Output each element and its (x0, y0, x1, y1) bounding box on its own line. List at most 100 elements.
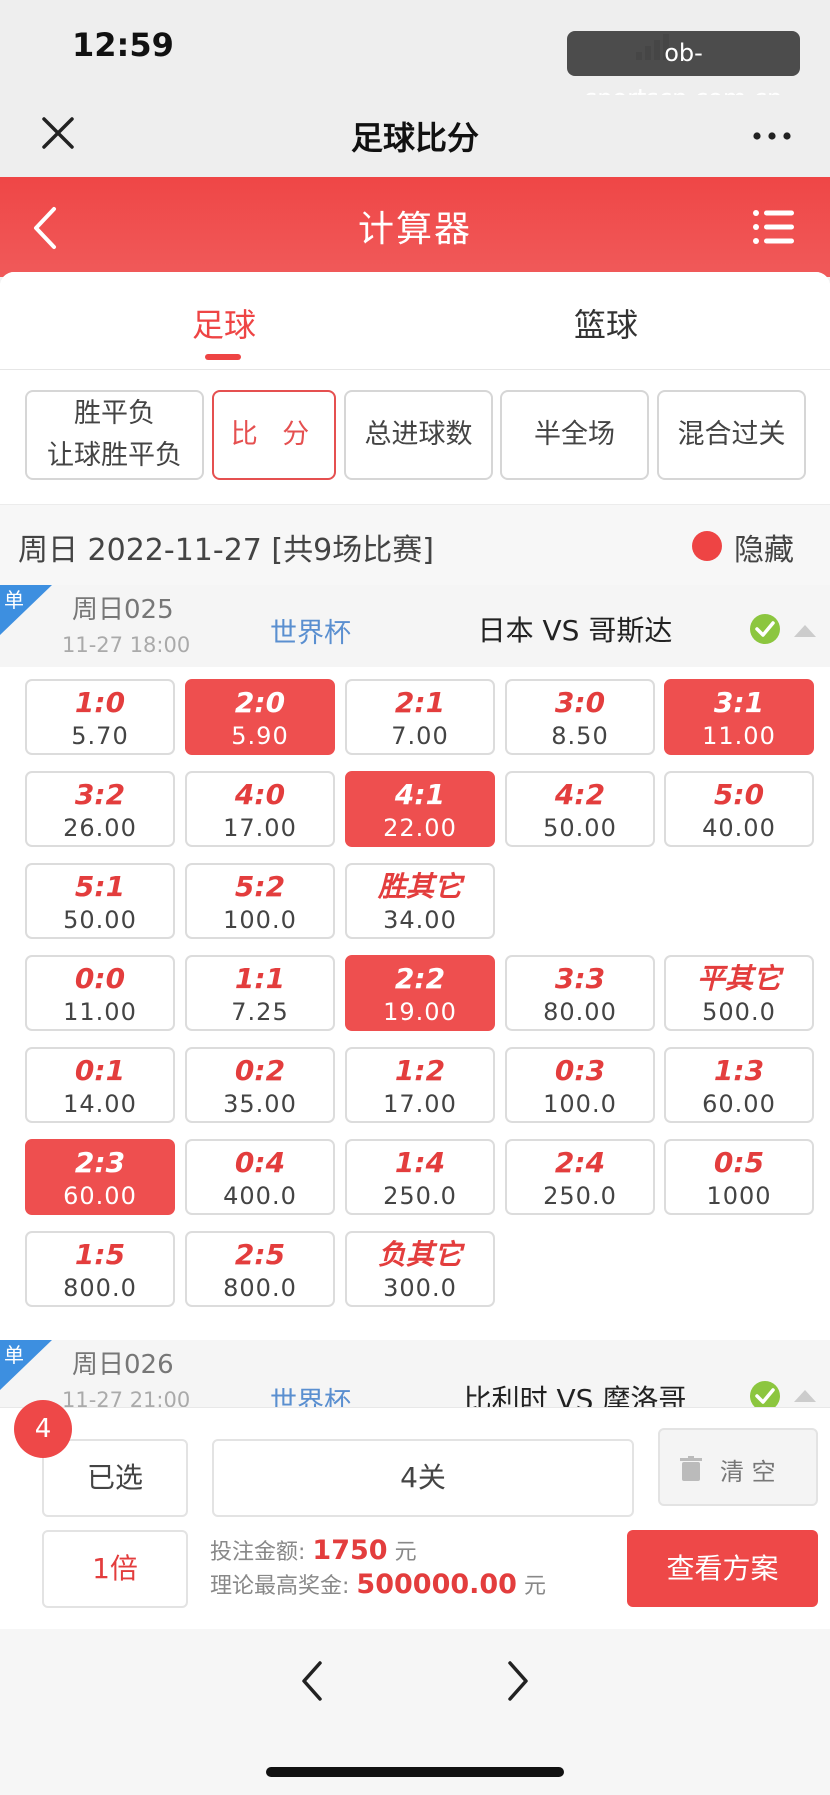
bet-type-win-draw-loss[interactable]: 胜平负 让球胜平负 (25, 390, 204, 480)
check-icon (750, 614, 780, 644)
score-option-cell[interactable]: 2:4 250.0 (505, 1139, 655, 1215)
hide-toggle-dot[interactable] (692, 531, 722, 561)
score-option-cell[interactable]: 0:4 400.0 (185, 1139, 335, 1215)
score-label: 0:1 (74, 1054, 126, 1087)
score-label: 3:1 (713, 686, 765, 719)
score-label: 0:4 (234, 1146, 286, 1179)
odds-value: 7.25 (231, 998, 289, 1026)
odds-value: 250.0 (383, 1182, 457, 1210)
score-label: 1:1 (234, 962, 286, 995)
score-option-cell[interactable]: 2:2 19.00 (345, 955, 495, 1031)
score-option-cell[interactable]: 平其它 500.0 (664, 955, 814, 1031)
odds-value: 800.0 (63, 1274, 137, 1302)
score-option-cell[interactable]: 3:3 80.00 (505, 955, 655, 1031)
status-time: 12:59 (72, 26, 174, 64)
single-corner-icon: 单 (0, 585, 52, 635)
score-option-cell[interactable]: 3:1 11.00 (664, 679, 814, 755)
score-label: 4:0 (234, 778, 286, 811)
score-label: 3:3 (554, 962, 606, 995)
bet-type-half-full[interactable]: 半全场 (500, 390, 649, 480)
odds-value: 100.0 (223, 906, 297, 934)
score-option-cell[interactable]: 0:3 100.0 (505, 1047, 655, 1123)
score-option-cell[interactable]: 胜其它 34.00 (345, 863, 495, 939)
score-option-cell[interactable]: 1:0 5.70 (25, 679, 175, 755)
score-label: 胜其它 (377, 870, 462, 903)
match-league: 世界杯 (270, 1387, 351, 1407)
odds-value: 17.00 (223, 814, 297, 842)
max-prize-unit: 元 (523, 1574, 546, 1599)
odds-value: 11.00 (63, 998, 137, 1026)
score-option-cell[interactable]: 4:0 17.00 (185, 771, 335, 847)
sport-tabs: 足球 篮球 (0, 272, 830, 370)
score-label: 5:1 (74, 870, 126, 903)
svg-text:单: 单 (4, 1343, 24, 1367)
multiplier-input[interactable]: 1倍 (42, 1530, 188, 1608)
score-option-cell[interactable]: 2:1 7.00 (345, 679, 495, 755)
tab-underline (205, 354, 241, 360)
status-bar: 12:59 ob-sportscn.com.cn (0, 0, 830, 112)
collapse-caret-icon[interactable] (794, 625, 816, 637)
score-option-cell[interactable]: 4:1 22.00 (345, 771, 495, 847)
pass-type-select[interactable]: 4关 (212, 1439, 634, 1517)
page-title: 足球比分 (350, 119, 479, 157)
hide-label[interactable]: 隐藏 (734, 525, 794, 569)
score-option-cell[interactable]: 2:5 800.0 (185, 1231, 335, 1307)
view-plan-button[interactable]: 查看方案 (627, 1530, 818, 1607)
score-label: 4:1 (394, 778, 446, 811)
bet-type-score[interactable]: 比 分 (212, 390, 336, 480)
odds-value: 300.0 (383, 1274, 457, 1302)
bet-amount-label: 投注金额: (210, 1540, 306, 1565)
odds-value: 34.00 (383, 906, 457, 934)
match-code: 周日025 (72, 595, 174, 625)
score-label: 1:4 (394, 1146, 446, 1179)
score-option-cell[interactable]: 4:2 50.00 (505, 771, 655, 847)
calculator-header: 计算器 (0, 177, 830, 277)
score-option-cell[interactable]: 3:2 26.00 (25, 771, 175, 847)
match-league: 世界杯 (270, 618, 351, 649)
score-label: 3:0 (554, 686, 606, 719)
clear-button[interactable]: 清 空 (658, 1428, 818, 1506)
score-label: 3:2 (74, 778, 126, 811)
score-option-cell[interactable]: 5:0 40.00 (664, 771, 814, 847)
more-icon[interactable] (752, 131, 792, 141)
tab-football[interactable]: 足球 (144, 300, 304, 346)
score-option-cell[interactable]: 1:3 60.00 (664, 1047, 814, 1123)
match-teams: 日本 VS 哥斯达 (477, 614, 673, 647)
score-option-cell[interactable]: 5:2 100.0 (185, 863, 335, 939)
score-option-cell[interactable]: 1:4 250.0 (345, 1139, 495, 1215)
bet-type-mixed[interactable]: 混合过关 (657, 390, 806, 480)
list-menu-icon[interactable] (752, 207, 794, 247)
bet-type-total-goals[interactable]: 总进球数 (344, 390, 493, 480)
score-option-cell[interactable]: 1:2 17.00 (345, 1047, 495, 1123)
score-option-cell[interactable]: 0:5 1000 (664, 1139, 814, 1215)
score-option-cell[interactable]: 1:1 7.25 (185, 955, 335, 1031)
odds-value: 8.50 (551, 722, 609, 750)
next-page-icon[interactable] (502, 1659, 532, 1703)
score-label: 平其它 (696, 962, 781, 995)
score-option-cell[interactable]: 0:1 14.00 (25, 1047, 175, 1123)
match-time: 11-27 18:00 (62, 633, 191, 657)
score-option-cell[interactable]: 2:3 60.00 (25, 1139, 175, 1215)
match-header-026[interactable]: 单 周日026 11-27 21:00 世界杯 比利时 VS 摩洛哥 (0, 1340, 830, 1407)
tab-basketball[interactable]: 篮球 (526, 300, 686, 346)
match-header-025[interactable]: 单 周日025 11-27 18:00 世界杯 日本 VS 哥斯达 (0, 585, 830, 667)
score-option-cell[interactable]: 负其它 300.0 (345, 1231, 495, 1307)
odds-value: 5.70 (71, 722, 129, 750)
selected-button[interactable]: 已选 (42, 1439, 188, 1517)
odds-value: 250.0 (543, 1182, 617, 1210)
score-option-cell[interactable]: 2:0 5.90 (185, 679, 335, 755)
date-line: 周日 2022-11-27 [共9场比赛] 隐藏 (0, 505, 830, 585)
collapse-caret-icon[interactable] (794, 1390, 816, 1402)
check-icon (750, 1381, 780, 1407)
score-label: 2:5 (234, 1238, 286, 1271)
home-indicator (266, 1767, 564, 1777)
score-option-cell[interactable]: 1:5 800.0 (25, 1231, 175, 1307)
prev-page-icon[interactable] (298, 1659, 328, 1703)
score-option-cell[interactable]: 5:1 50.00 (25, 863, 175, 939)
score-option-cell[interactable]: 3:0 8.50 (505, 679, 655, 755)
bet-amount-line: 投注金额: 1750 元 (210, 1534, 417, 1566)
score-option-cell[interactable]: 0:2 35.00 (185, 1047, 335, 1123)
score-option-cell[interactable]: 0:0 11.00 (25, 955, 175, 1031)
odds-value: 17.00 (383, 1090, 457, 1118)
odds-value: 19.00 (383, 998, 457, 1026)
